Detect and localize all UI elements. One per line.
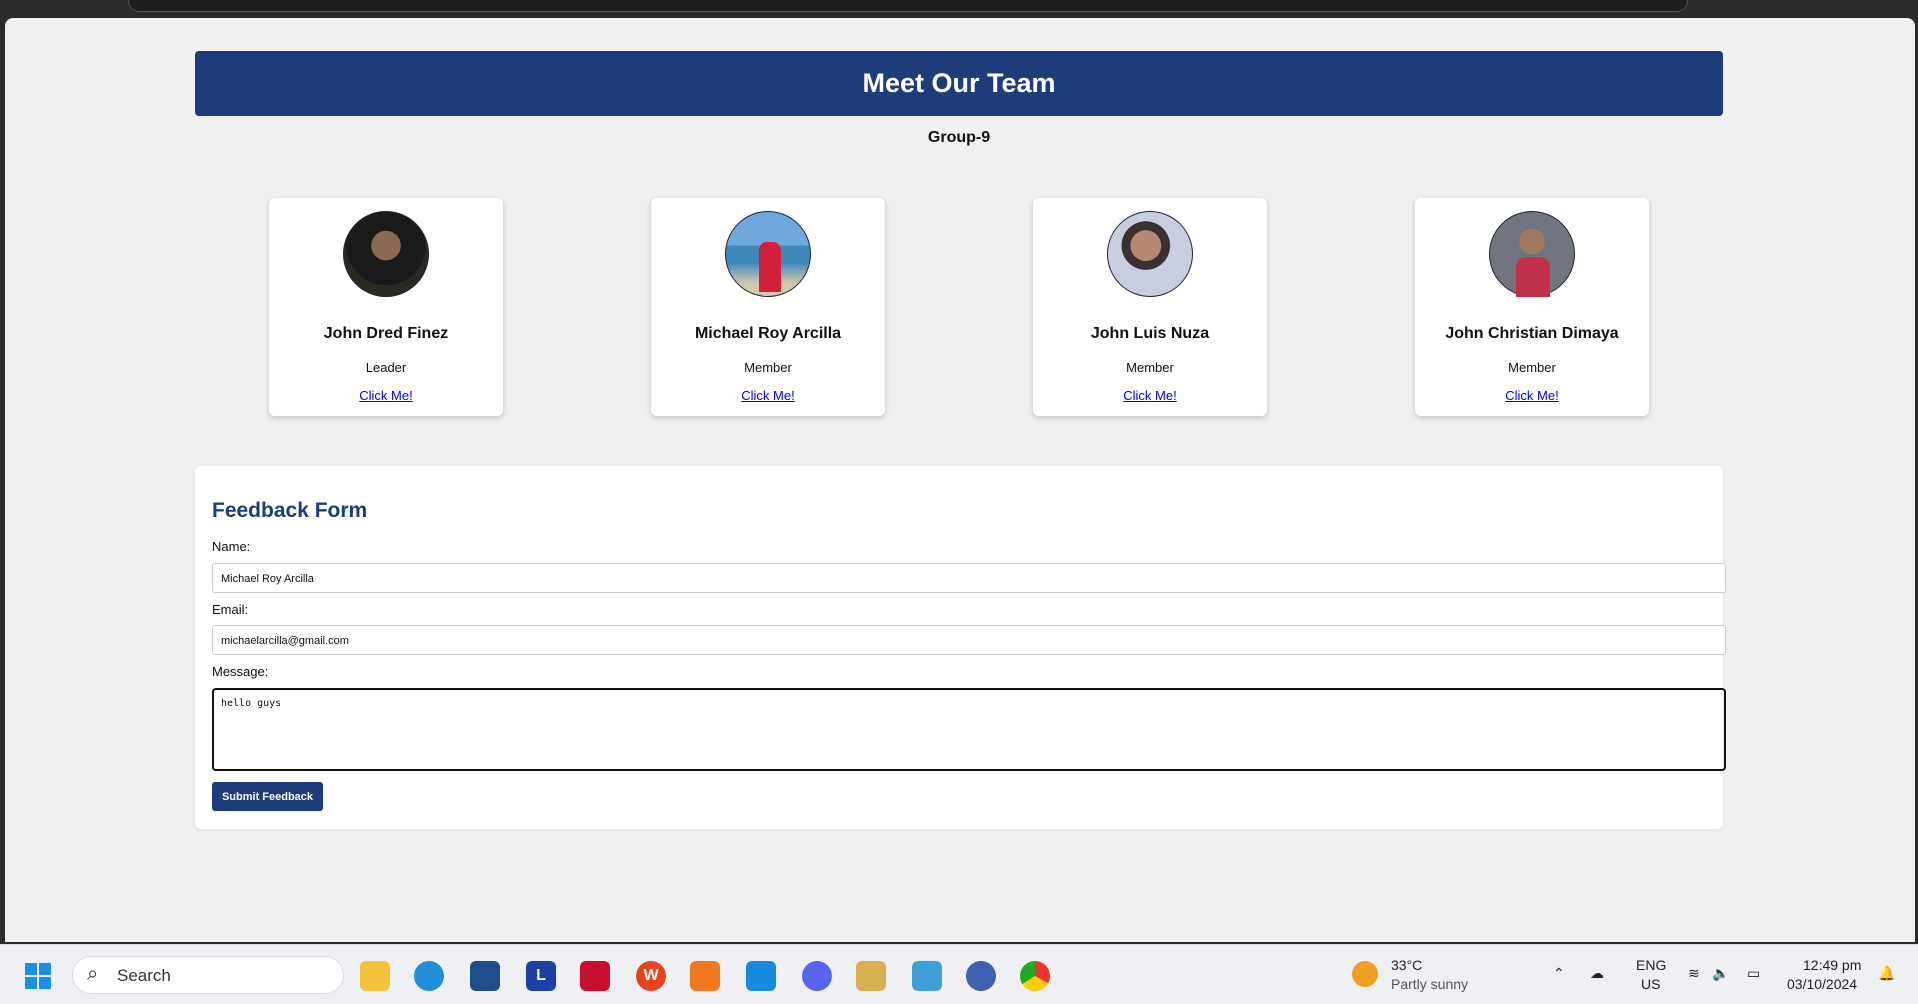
click-me-link[interactable]: Click Me! [1415, 388, 1649, 403]
email-input[interactable]: michaelarcilla@gmail.com [212, 625, 1726, 655]
vscode-icon[interactable] [746, 961, 776, 991]
message-label: Message: [212, 664, 269, 679]
team-card: John Luis Nuza Member Click Me! [1033, 198, 1267, 416]
clock-date[interactable]: 03/10/2024 [1787, 976, 1857, 992]
notification-bell-icon[interactable]: 🔔 [1878, 965, 1895, 982]
member-name: Michael Roy Arcilla [694, 325, 842, 342]
xampp-icon[interactable] [690, 961, 720, 991]
chevron-up-icon[interactable]: ⌃ [1553, 965, 1565, 982]
team-card: John Christian Dimaya Member Click Me! [1415, 198, 1649, 416]
page-title: Meet Our Team [862, 68, 1056, 98]
member-role: Member [1126, 360, 1174, 375]
page-header: Meet Our Team [195, 51, 1723, 116]
store-icon[interactable] [470, 961, 500, 991]
click-me-link[interactable]: Click Me! [651, 388, 885, 403]
clock-time[interactable]: 12:49 pm [1803, 957, 1861, 973]
message-textarea[interactable]: hello guys [212, 688, 1726, 771]
region[interactable]: US [1641, 976, 1660, 992]
group-name: Group-9 [927, 129, 991, 146]
avatar [343, 211, 429, 297]
language[interactable]: ENG [1636, 957, 1666, 973]
discord-icon[interactable] [802, 961, 832, 991]
address-bar[interactable] [128, 0, 1688, 12]
app-icon[interactable] [966, 961, 996, 991]
mcafee-icon[interactable] [580, 961, 610, 991]
member-name: John Luis Nuza [1090, 325, 1210, 342]
member-role: Leader [365, 360, 407, 375]
feedback-form: Feedback Form Name: Michael Roy Arcilla … [195, 466, 1726, 829]
windows-start-icon[interactable] [25, 963, 51, 989]
team-card: Michael Roy Arcilla Member Click Me! [651, 198, 885, 416]
name-label: Name: [212, 539, 251, 554]
weather-desc: Partly sunny [1391, 976, 1469, 992]
search-label: Search [117, 966, 171, 985]
submit-feedback-button[interactable]: Submit Feedback [212, 782, 323, 811]
volume-icon[interactable]: 🔈 [1712, 965, 1729, 982]
notepad-icon[interactable] [912, 961, 942, 991]
member-name: John Dred Finez [323, 325, 449, 342]
taskbar: ⌕ Search L W 33°C Partly sunny ⌃ ☁ ENG US… [0, 944, 1918, 1004]
email-label: Email: [212, 602, 249, 617]
archive-icon[interactable] [856, 961, 886, 991]
form-title: Feedback Form [212, 499, 368, 522]
file-explorer-icon[interactable] [360, 961, 390, 991]
wifi-icon[interactable]: ≋ [1688, 965, 1700, 982]
member-role: Member [1508, 360, 1556, 375]
browser-toolbar [0, 0, 1918, 18]
wps-icon[interactable]: W [636, 961, 666, 991]
name-input[interactable]: Michael Roy Arcilla [212, 563, 1726, 593]
onedrive-icon[interactable]: ☁ [1590, 965, 1604, 982]
team-card: John Dred Finez Leader Click Me! [269, 198, 503, 416]
search-icon: ⌕ [87, 963, 99, 985]
weather-temp: 33°C [1391, 957, 1423, 973]
chrome-icon[interactable] [1020, 961, 1050, 991]
taskbar-search[interactable]: ⌕ Search [72, 956, 344, 994]
avatar [1107, 211, 1193, 297]
click-me-link[interactable]: Click Me! [269, 388, 503, 403]
avatar [725, 211, 811, 297]
member-role: Member [744, 360, 792, 375]
l-app-icon[interactable]: L [526, 961, 556, 991]
click-me-link[interactable]: Click Me! [1033, 388, 1267, 403]
edge-icon[interactable] [414, 961, 444, 991]
weather-icon [1352, 961, 1378, 987]
avatar [1489, 211, 1575, 297]
member-name: John Christian Dimaya [1445, 325, 1619, 342]
battery-icon[interactable]: ▭ [1747, 965, 1760, 982]
